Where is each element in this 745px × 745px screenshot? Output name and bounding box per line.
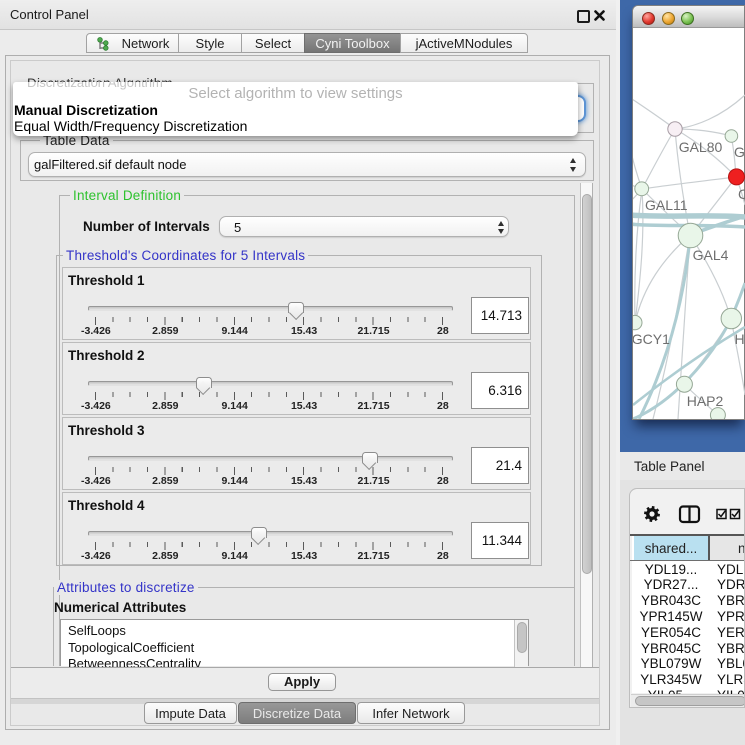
svg-text:GCY1: GCY1 <box>633 331 670 347</box>
svg-text:GAL80: GAL80 <box>679 139 723 155</box>
svg-text:GAL: GAL <box>734 144 745 160</box>
svg-text:GAL11: GAL11 <box>645 197 688 213</box>
svg-text:HI: HI <box>735 331 745 347</box>
svg-text:HAP2: HAP2 <box>687 393 724 409</box>
svg-text:GAL4: GAL4 <box>693 247 729 263</box>
svg-text:CD: CD <box>738 186 745 202</box>
